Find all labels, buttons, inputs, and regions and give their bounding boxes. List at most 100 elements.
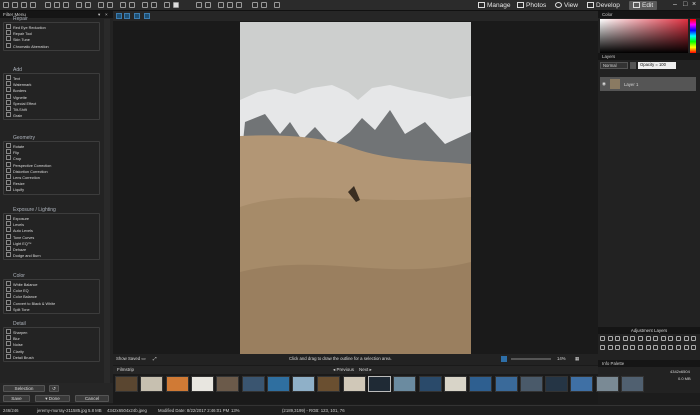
filter-item[interactable]: Exposure [6,215,29,221]
brush-icon[interactable] [45,2,51,8]
color-swatch-icon[interactable] [173,2,179,8]
layer-row[interactable]: ◉ Layer 1 [600,77,696,91]
selection-icon[interactable] [21,2,27,8]
adjustment-icon[interactable] [660,336,666,341]
zoom-fit-icon[interactable]: ⤢ [153,354,156,364]
maximize-icon[interactable]: □ [683,1,687,8]
filter-item[interactable]: Blur [6,335,20,341]
previous-button[interactable]: ◂ Previous [333,366,354,374]
adjustment-icon[interactable] [691,336,697,341]
shape-icon[interactable] [98,2,104,8]
filmstrip-thumbnail[interactable] [418,376,442,392]
filmstrip-thumbnail[interactable] [469,376,493,392]
filter-item[interactable]: Tone Curves [6,234,34,240]
filmstrip-thumbnail[interactable] [545,376,569,392]
filter-item[interactable]: Skin Tune [6,36,30,42]
selection-reset-button[interactable]: ↺ [49,385,59,392]
redo-icon[interactable] [129,2,135,8]
filmstrip-thumbnail[interactable] [140,376,164,392]
adjustment-icon[interactable] [653,336,659,341]
adjustment-icon[interactable] [645,345,651,350]
settings-icon[interactable] [196,2,202,8]
filter-item[interactable]: Auto Levels [6,227,33,233]
filter-item[interactable]: Color Balance [6,293,37,299]
filter-item[interactable]: White Balance [6,281,37,287]
undo-icon[interactable] [120,2,126,8]
filmstrip-thumbnail[interactable] [115,376,138,392]
filter-item[interactable]: Light EQ™ [6,240,32,246]
rect-select-icon[interactable] [116,13,122,19]
filter-item[interactable]: Crop [6,155,21,161]
filmstrip-thumbnail[interactable] [494,376,518,392]
filter-item[interactable]: Borders [6,87,26,93]
rotate-icon[interactable] [164,2,170,8]
gradient-icon[interactable] [107,2,113,8]
filter-item[interactable]: Noise [6,341,23,347]
adjustment-icon[interactable] [676,345,681,350]
blend-mode-select[interactable]: Normal [600,62,628,69]
filter-item[interactable]: Perspective Correction [6,162,51,168]
filmstrip-thumbnail[interactable] [621,376,644,392]
adjustment-icon[interactable] [645,336,651,341]
filmstrip-thumbnail[interactable] [368,376,391,392]
filter-item[interactable]: Special Effect [6,100,36,106]
adjustment-icon[interactable] [600,345,605,350]
adjustment-icon[interactable] [653,345,659,350]
filter-item[interactable]: Rotate [6,143,24,149]
filter-item[interactable]: Clarity [6,348,24,354]
done-button[interactable]: ▾ Done [35,395,70,402]
filter-item[interactable]: Dodge and Burn [6,252,41,258]
left-panel-scrollbar[interactable] [104,19,110,391]
magic-wand-icon[interactable] [144,13,150,19]
filmstrip-thumbnail[interactable] [165,376,189,392]
eraser-icon[interactable] [54,2,60,8]
panel-pin-icon[interactable]: ▾ [98,11,100,18]
pointer-icon[interactable] [3,2,9,8]
filter-item[interactable]: Text [6,75,20,81]
layer-up-icon[interactable] [252,2,258,8]
filter-item[interactable]: Convert to Black & White [6,300,55,306]
ellipse-select-icon[interactable] [124,13,130,19]
color-picker-field[interactable] [600,19,688,53]
photo-canvas[interactable] [240,22,471,354]
view-options-icon[interactable]: ▦ [575,354,579,364]
filmstrip-thumbnail[interactable] [241,376,265,392]
zoom-slider[interactable] [511,358,551,360]
adjustment-icon[interactable] [600,336,605,341]
lasso-icon[interactable] [30,2,36,8]
filter-item[interactable]: Lens Correction [6,174,40,180]
minimize-icon[interactable]: – [673,1,677,8]
adjustment-icon[interactable] [630,345,636,350]
opacity-field[interactable]: Opacity = 100 [638,62,676,69]
filter-item[interactable]: Levels [6,221,24,227]
crop-icon[interactable] [12,2,18,8]
cancel-button[interactable]: Cancel [75,395,109,402]
clone-icon[interactable] [76,2,82,8]
zoom-out-icon[interactable] [151,2,157,8]
filter-item[interactable]: Sharpen [6,329,27,335]
filmstrip-thumbnail[interactable] [519,376,543,392]
filter-item[interactable]: Grain [6,112,22,118]
filter-item[interactable]: Red Eye Reduction [6,24,46,30]
adjustment-icon[interactable] [630,336,636,341]
filter-item[interactable]: Liquify [6,186,24,192]
filter-item[interactable]: Color EQ [6,287,29,293]
filter-item[interactable]: Chromatic Aberration [6,43,49,49]
zoom-in-icon[interactable] [142,2,148,8]
adjustment-icon[interactable] [607,345,613,350]
filmstrip-thumbnail[interactable] [570,376,594,392]
blend-reset-icon[interactable] [630,62,636,69]
text-tool-icon[interactable] [85,2,91,8]
adjustment-icon[interactable] [691,345,697,350]
filmstrip-thumbnail[interactable] [393,376,417,392]
selection-button[interactable]: Selection [3,385,45,392]
photos-tab[interactable]: Photos [517,1,546,10]
filmstrip-thumbnail[interactable] [443,376,467,392]
develop-tab[interactable]: Develop [587,1,620,10]
filmstrip-thumbnail[interactable] [342,376,366,392]
adjustment-icon[interactable] [668,345,674,350]
filter-item[interactable]: Distortion Correction [6,168,48,174]
filter-item[interactable]: Repair Tool [6,30,32,36]
adjustment-icon[interactable] [638,336,643,341]
panel-close-icon[interactable]: × [105,11,108,18]
